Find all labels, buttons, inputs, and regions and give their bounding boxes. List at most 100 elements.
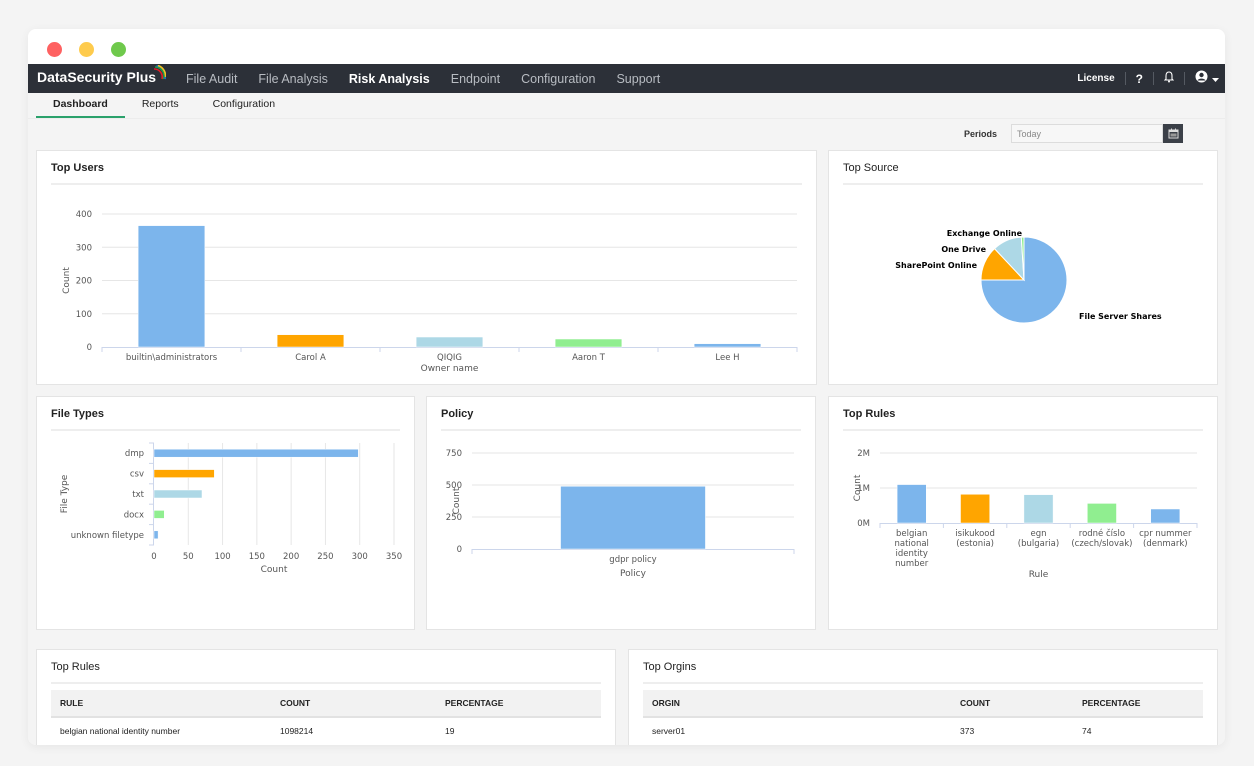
card-title: File Types bbox=[51, 408, 104, 420]
tab-configuration[interactable]: Configuration bbox=[196, 98, 292, 118]
y-axis-label: File Type bbox=[60, 474, 70, 513]
divider bbox=[441, 429, 801, 431]
app-name: DataSecurity Plus bbox=[37, 69, 157, 85]
percentage-cell: 74 bbox=[1082, 725, 1092, 736]
app-window: DataSecurity Plus File Audit File Analysi… bbox=[28, 29, 1225, 745]
tab-reports[interactable]: Reports bbox=[125, 98, 196, 118]
column-header-rule[interactable]: RULE bbox=[51, 690, 271, 718]
y-tick-label: 300 bbox=[76, 243, 92, 253]
license-link[interactable]: License bbox=[1077, 73, 1114, 84]
y-tick-label: 100 bbox=[76, 310, 92, 320]
x-axis-label: Count bbox=[261, 565, 288, 575]
x-tick-label: 200 bbox=[283, 552, 299, 562]
x-tick-label: 150 bbox=[249, 552, 265, 562]
minimize-window-button[interactable] bbox=[79, 42, 94, 57]
periods-label: Periods bbox=[963, 128, 997, 139]
column-header-percentage[interactable]: PERCENTAGE bbox=[1073, 690, 1203, 718]
dashboard-content: Periods Top Users 0 100 200 300 400 builtin\a… bbox=[28, 119, 1225, 745]
window-titlebar bbox=[28, 29, 1225, 64]
table-row[interactable]: belgian national identity number 1098214… bbox=[51, 717, 601, 743]
help-button[interactable]: ? bbox=[1136, 72, 1143, 86]
card-title: Top Rules bbox=[51, 661, 100, 673]
divider bbox=[843, 429, 1203, 431]
bar bbox=[153, 510, 165, 519]
x-axis-label: Rule bbox=[1029, 570, 1049, 580]
app-logo[interactable]: DataSecurity Plus bbox=[37, 65, 167, 85]
bell-icon[interactable] bbox=[1163, 70, 1175, 88]
x-tick-label: 0 bbox=[151, 552, 156, 562]
table-row[interactable]: server01 373 74 bbox=[643, 717, 1203, 743]
bar bbox=[153, 530, 159, 540]
y-tick-label: dmp bbox=[125, 449, 144, 459]
close-window-button[interactable] bbox=[47, 42, 62, 57]
caret-down-icon[interactable] bbox=[1212, 70, 1219, 88]
top-rules-chart: 0M1M2Mbelgiannationalidentitynumberisiku… bbox=[853, 449, 1198, 580]
bar bbox=[415, 336, 484, 348]
top-rules-chart-card: Top Rules 0M 1M 2M belgian national identity n… bbox=[828, 396, 1218, 630]
bar bbox=[137, 225, 206, 348]
rule-cell: belgian national identity number bbox=[60, 725, 181, 736]
logo-arcs-icon bbox=[153, 65, 167, 80]
column-header-percentage[interactable]: PERCENTAGE bbox=[436, 690, 601, 718]
nav-item-configuration[interactable]: Configuration bbox=[521, 72, 595, 86]
x-tick-label: Aaron T bbox=[572, 353, 606, 363]
y-axis-label: Count bbox=[853, 474, 863, 501]
column-header-origin[interactable]: ORGIN bbox=[643, 690, 951, 718]
origin-cell: server01 bbox=[652, 725, 686, 736]
calendar-icon bbox=[1168, 128, 1178, 139]
x-tick-label: rodné číslo bbox=[1079, 528, 1125, 539]
bar bbox=[1023, 494, 1054, 524]
x-tick-label: 300 bbox=[352, 552, 368, 562]
divider bbox=[643, 682, 1203, 684]
x-tick-label: (czech/slovak) bbox=[1071, 539, 1132, 549]
x-tick-label: Carol A bbox=[295, 353, 326, 363]
y-tick-label: 400 bbox=[76, 210, 92, 220]
calendar-button[interactable] bbox=[1163, 124, 1183, 143]
x-tick-label: (estonia) bbox=[956, 539, 994, 549]
y-axis-label: Count bbox=[452, 487, 462, 514]
count-cell: 373 bbox=[960, 725, 975, 736]
top-users-card: Top Users 0 100 200 300 400 builtin\administr… bbox=[36, 150, 817, 385]
top-source-card: Top Source File Server Shares SharePoint … bbox=[828, 150, 1218, 385]
x-axis-label: Policy bbox=[620, 569, 647, 579]
main-nav: File Audit File Analysis Risk Analysis Endp… bbox=[186, 64, 681, 93]
nav-item-file-audit[interactable]: File Audit bbox=[186, 72, 237, 86]
user-avatar-icon[interactable] bbox=[1195, 70, 1208, 88]
top-origins-table-card: Top Orgins ORGIN COUNT PERCENTAGE server… bbox=[628, 649, 1218, 745]
nav-item-file-analysis[interactable]: File Analysis bbox=[258, 72, 327, 86]
x-tick-label: belgian bbox=[896, 529, 927, 539]
table-header-row: RULE COUNT PERCENTAGE bbox=[51, 690, 601, 718]
sub-navigation-tabs: Dashboard Reports Configuration bbox=[28, 93, 1225, 119]
policy-card: Policy 0 250 500 750 gdpr policy Policy Count bbox=[426, 396, 816, 630]
file-types-card: File Types 0 50 100 150 200 250 300 350 dmp csv tx… bbox=[36, 396, 415, 630]
pie-label: One Drive bbox=[941, 245, 986, 254]
card-title: Top Source bbox=[843, 162, 899, 174]
periods-input[interactable] bbox=[1011, 124, 1163, 143]
y-tick-label: unknown filetype bbox=[71, 531, 144, 541]
policy-chart: 0250500750gdpr policyPolicyCount bbox=[446, 449, 795, 579]
nav-item-endpoint[interactable]: Endpoint bbox=[451, 72, 500, 86]
y-tick-label: 0 bbox=[87, 343, 92, 353]
bar bbox=[896, 484, 927, 524]
x-tick-label: gdpr policy bbox=[609, 555, 656, 565]
x-tick-label: number bbox=[895, 559, 929, 569]
bar bbox=[153, 469, 215, 478]
x-tick-label: builtin\administrators bbox=[126, 353, 218, 363]
bar bbox=[1087, 503, 1117, 524]
column-header-count[interactable]: COUNT bbox=[951, 690, 1073, 718]
nav-item-risk-analysis[interactable]: Risk Analysis bbox=[349, 72, 430, 86]
top-rules-table: RULE COUNT PERCENTAGE belgian national i… bbox=[51, 690, 601, 743]
x-tick-label: cpr nummer bbox=[1139, 529, 1192, 539]
nav-item-support[interactable]: Support bbox=[616, 72, 660, 86]
top-navigation-bar: DataSecurity Plus File Audit File Analysi… bbox=[28, 64, 1225, 93]
divider bbox=[51, 682, 601, 684]
x-axis-label: Owner name bbox=[421, 364, 479, 374]
bar bbox=[554, 338, 623, 348]
tab-dashboard[interactable]: Dashboard bbox=[36, 98, 125, 118]
column-header-count[interactable]: COUNT bbox=[271, 690, 436, 718]
file-types-chart: 0 50 100 150 200 250 300 350 dmp csv txt docx unknow… bbox=[60, 442, 402, 575]
x-tick-label: identity bbox=[895, 549, 927, 559]
divider bbox=[843, 183, 1203, 185]
maximize-window-button[interactable] bbox=[111, 42, 126, 57]
periods-filter: Periods bbox=[964, 124, 1183, 143]
